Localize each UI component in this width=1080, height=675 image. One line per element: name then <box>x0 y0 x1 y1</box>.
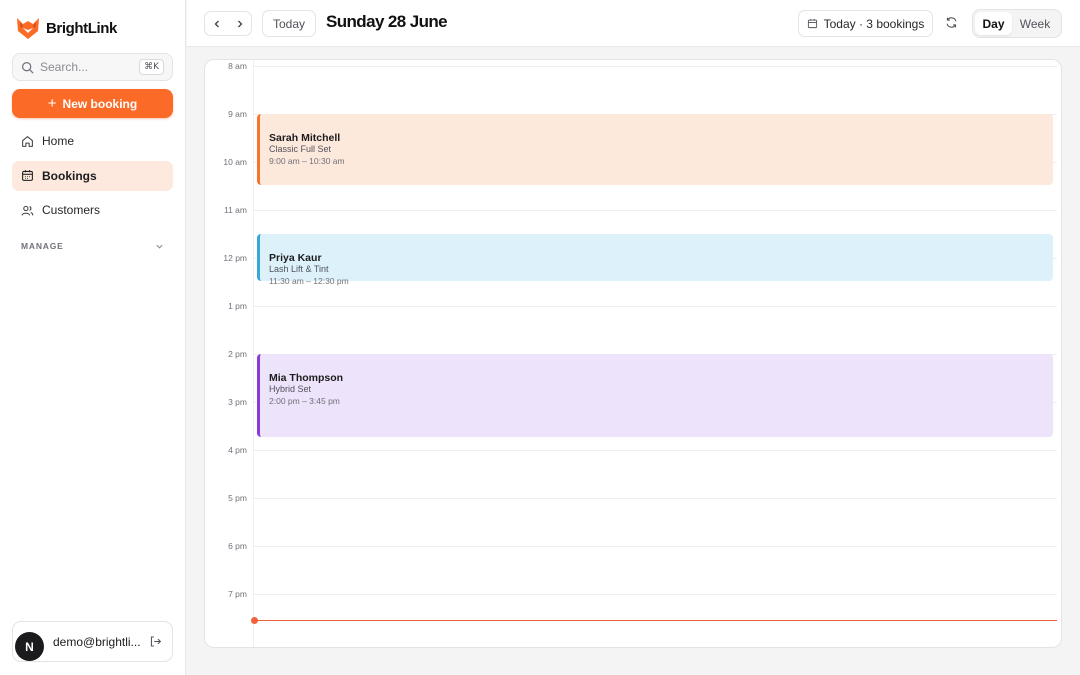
current-time-line <box>257 620 1057 621</box>
date-nav <box>204 11 252 36</box>
booking-event[interactable]: Sarah Mitchell Classic Full Set 9:00 am – … <box>257 114 1053 185</box>
search-box[interactable]: ⌘K <box>12 53 173 81</box>
section-label: MANAGE <box>21 241 64 251</box>
hour-label: 5 pm <box>228 493 247 503</box>
event-name: Mia Thompson <box>269 372 344 384</box>
hour-label: 8 am <box>228 61 247 71</box>
calendar-icon <box>22 170 33 181</box>
event-time: 2:00 pm – 3:45 pm <box>269 396 340 406</box>
hour-gridline <box>253 66 1057 67</box>
manage-section-toggle[interactable]: MANAGE <box>21 241 164 251</box>
sidebar-item-label: Customers <box>42 203 101 217</box>
booking-event[interactable]: Mia Thompson Hybrid Set 2:00 pm – 3:45 pm <box>257 354 1053 437</box>
day-view-button[interactable]: Day <box>975 12 1012 35</box>
sidebar-item-customers[interactable]: Customers <box>12 195 173 225</box>
hour-label: 2 pm <box>228 349 247 359</box>
avatar[interactable]: N <box>15 632 44 661</box>
calendar-icon <box>807 19 817 29</box>
home-icon <box>22 135 33 147</box>
user-email: demo@brightli... <box>53 635 141 649</box>
hour-label: 9 am <box>228 109 247 119</box>
event-name: Sarah Mitchell <box>269 132 341 144</box>
today-button[interactable]: Today <box>262 10 316 37</box>
hour-label: 3 pm <box>228 397 247 407</box>
hour-label: 7 pm <box>228 589 247 599</box>
sidebar-item-home[interactable]: Home <box>12 126 173 156</box>
hour-label: 11 am <box>224 205 247 215</box>
top-bar: Today Sunday 28 June Today · 3 bookings … <box>187 0 1080 47</box>
event-time: 9:00 am – 10:30 am <box>269 156 345 166</box>
search-icon <box>22 61 34 73</box>
summary-label: Today · 3 bookings <box>823 16 925 31</box>
hour-gridline <box>253 210 1057 211</box>
plus-icon: + <box>47 95 57 112</box>
day-calendar: 8 am 9 am 10 am 11 am 12 pm 1 pm 2 pm 3 pm 4 pm 5… <box>204 59 1062 648</box>
event-name: Priya Kaur <box>269 252 322 264</box>
view-toggle: Day Week <box>972 9 1062 38</box>
previous-day-button[interactable] <box>205 12 228 35</box>
booking-event[interactable]: Priya Kaur Lash Lift & Tint 11:30 am – 12:… <box>257 234 1053 286</box>
logout-icon[interactable] <box>149 635 162 648</box>
hour-label: 4 pm <box>228 445 247 455</box>
brand-name: BrightLink <box>46 19 117 37</box>
users-icon <box>21 205 34 216</box>
hour-gridline <box>253 450 1057 451</box>
sidebar-item-label: Bookings <box>42 168 97 183</box>
sidebar: BrightLink ⌘K + New booking Home <box>0 0 186 675</box>
page-title: Sunday 28 June <box>326 12 448 31</box>
current-time-dot <box>251 617 258 624</box>
event-time: 11:30 am – 12:30 pm <box>269 276 349 286</box>
week-view-button[interactable]: Week <box>1012 12 1058 35</box>
shortcut-badge: ⌘K <box>139 59 164 75</box>
refresh-icon[interactable] <box>945 16 958 29</box>
chevron-left-icon <box>214 20 219 27</box>
chevron-right-icon <box>237 20 242 27</box>
brand[interactable]: BrightLink <box>16 16 117 40</box>
sidebar-item-bookings[interactable]: Bookings <box>12 160 173 191</box>
new-booking-button[interactable]: + New booking <box>12 89 173 118</box>
search-input[interactable] <box>40 60 136 74</box>
hour-gridline <box>253 306 1057 307</box>
event-service: Lash Lift & Tint <box>269 264 329 274</box>
hour-gridline <box>253 594 1057 595</box>
event-service: Hybrid Set <box>269 384 312 394</box>
new-booking-label: New booking <box>62 96 138 111</box>
chevron-down-icon <box>156 244 163 249</box>
sidebar-item-label: Home <box>42 134 75 148</box>
hour-gridline <box>253 546 1057 547</box>
hour-label: 1 pm <box>228 301 247 311</box>
user-card[interactable]: N demo@brightli... <box>12 621 173 662</box>
fox-logo-icon <box>17 18 39 39</box>
event-service: Classic Full Set <box>269 144 332 154</box>
hour-gridline <box>253 498 1057 499</box>
hour-label: 12 pm <box>223 253 247 263</box>
booking-summary-button[interactable]: Today · 3 bookings <box>798 10 933 37</box>
hour-label: 10 am <box>223 157 247 167</box>
next-day-button[interactable] <box>228 12 251 35</box>
hour-label: 6 pm <box>228 541 247 551</box>
sidebar-nav: Home Bookings Customers <box>12 126 173 230</box>
